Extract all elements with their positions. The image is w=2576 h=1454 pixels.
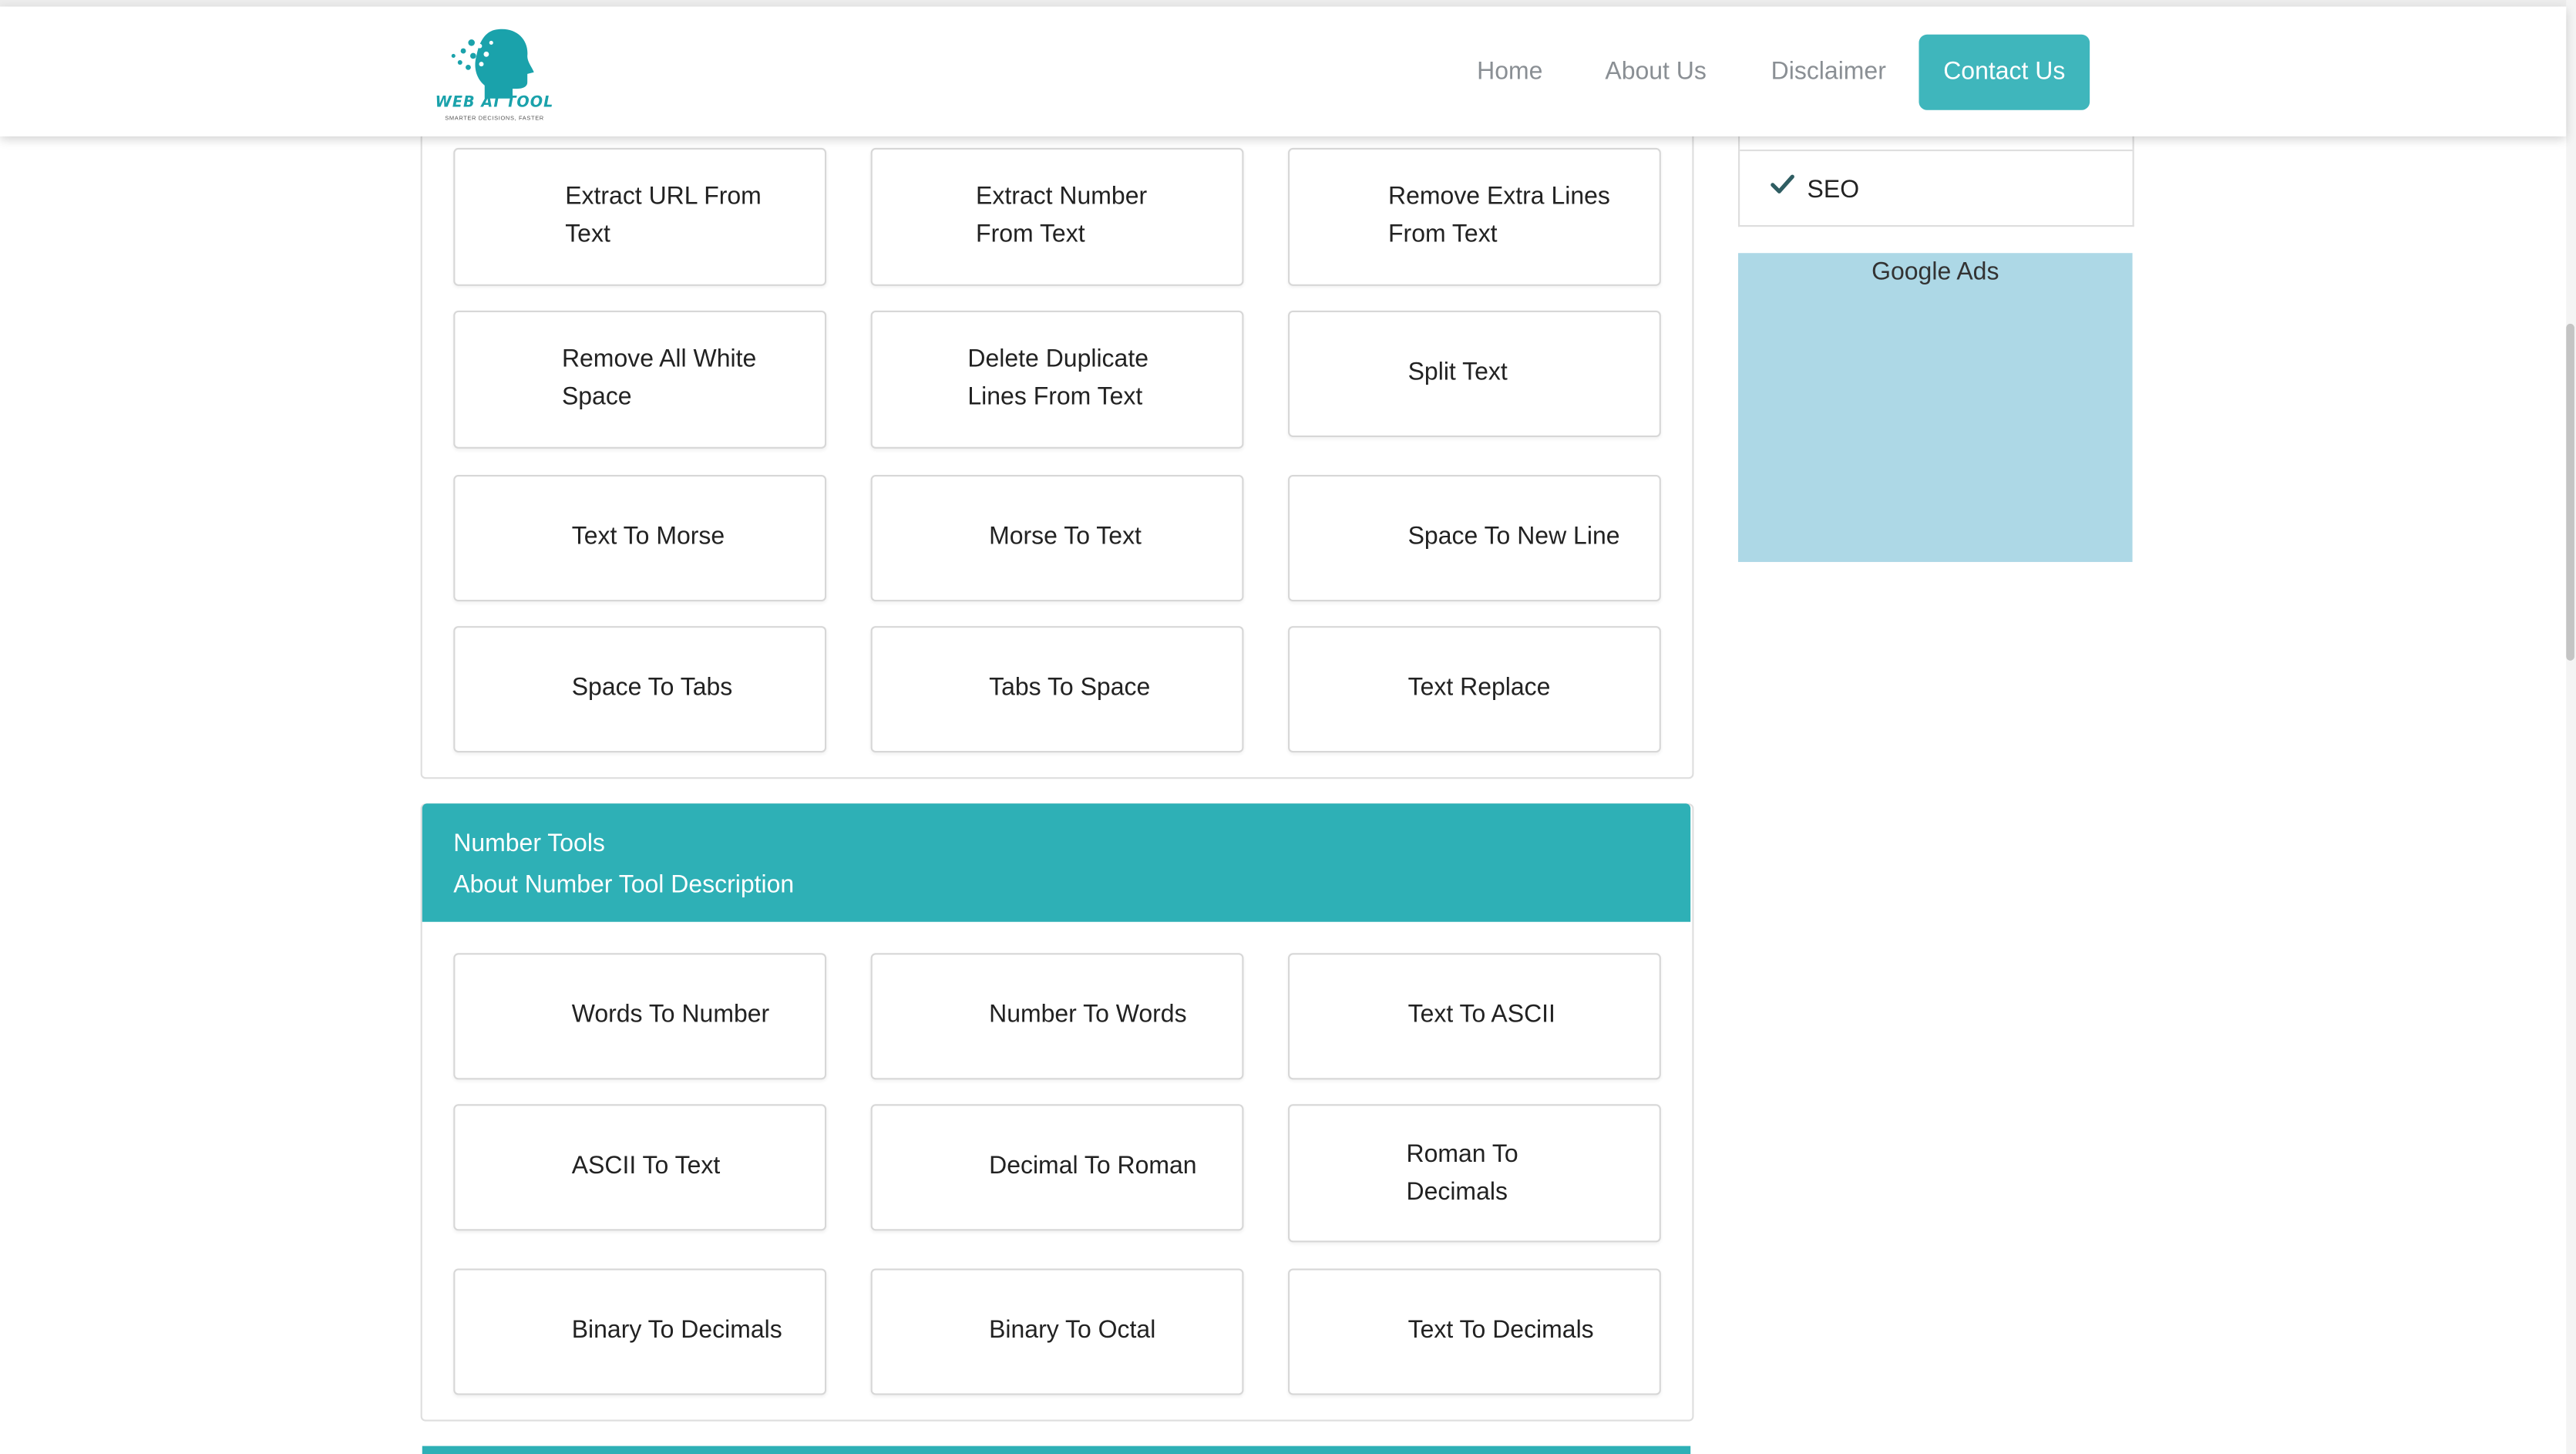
section-title: Number Tools xyxy=(453,830,605,858)
tool-label: Words To Number xyxy=(571,1001,770,1029)
tool-text-to-decimals[interactable]: Text To Decimals xyxy=(1288,1268,1661,1395)
divider xyxy=(1740,149,2133,152)
tool-label: Text To ASCII xyxy=(1407,1001,1555,1029)
tool-label: Roman To xyxy=(1406,1140,1518,1169)
tool-label: Lines From Text xyxy=(967,382,1143,411)
tool-ascii-to-text[interactable]: ASCII To Text xyxy=(453,1104,827,1231)
tool-label: Remove Extra Lines xyxy=(1388,182,1610,210)
section-description: About Number Tool Description xyxy=(453,870,795,899)
navbar: WEB AI TOOL SMARTER DECISIONS, FASTER Ho… xyxy=(0,6,2567,136)
ad-label: Google Ads xyxy=(1871,257,1999,286)
tool-label: Split Text xyxy=(1407,358,1508,386)
tool-label: Decimal To Roman xyxy=(989,1152,1197,1180)
tool-label: Number To Words xyxy=(989,1001,1187,1029)
tool-label: Decimals xyxy=(1406,1178,1508,1207)
tool-label: Binary To Octal xyxy=(989,1316,1156,1345)
logo-tagline: SMARTER DECISIONS, FASTER xyxy=(445,115,544,122)
scrollbar-thumb[interactable] xyxy=(2566,323,2574,661)
sidebar-item-seo[interactable]: SEO xyxy=(1808,176,1860,204)
tool-remove-extra-lines[interactable]: Remove Extra Lines From Text xyxy=(1288,147,1661,286)
tool-tabs-to-space[interactable]: Tabs To Space xyxy=(870,626,1244,753)
tool-label: Extract URL From xyxy=(565,182,762,210)
tool-extract-number-from-text[interactable]: Extract Number From Text xyxy=(870,147,1244,286)
google-ads-placeholder[interactable]: Google Ads xyxy=(1738,253,2133,562)
tool-label: Remove All White xyxy=(561,345,757,373)
tool-delete-duplicate-lines[interactable]: Delete Duplicate Lines From Text xyxy=(870,310,1244,449)
tool-label: Text To Morse xyxy=(571,522,725,551)
tool-space-to-tabs[interactable]: Space To Tabs xyxy=(453,626,827,753)
contact-us-button[interactable]: Contact Us xyxy=(1919,34,2090,110)
tool-roman-to-decimals[interactable]: Roman To Decimals xyxy=(1288,1104,1661,1243)
tool-label: Binary To Decimals xyxy=(571,1316,782,1345)
nav-disclaimer[interactable]: Disclaimer xyxy=(1771,58,1886,86)
tool-label: Space To New Line xyxy=(1407,522,1620,551)
tool-label: Text xyxy=(565,220,610,248)
next-section-header xyxy=(422,1446,1691,1454)
tool-extract-url-from-text[interactable]: Extract URL From Text xyxy=(453,147,827,286)
tool-remove-all-white-space[interactable]: Remove All White Space xyxy=(453,310,827,449)
tool-text-to-ascii[interactable]: Text To ASCII xyxy=(1288,953,1661,1080)
tool-label: From Text xyxy=(1388,220,1498,248)
tool-label: From Text xyxy=(976,220,1085,248)
logo-text: WEB AI TOOL xyxy=(435,95,554,112)
nav-about-us[interactable]: About Us xyxy=(1605,58,1707,86)
tool-space-to-new-line[interactable]: Space To New Line xyxy=(1288,474,1661,602)
tool-number-to-words[interactable]: Number To Words xyxy=(870,953,1244,1080)
tool-words-to-number[interactable]: Words To Number xyxy=(453,953,827,1080)
tool-label: Tabs To Space xyxy=(989,673,1151,702)
tool-text-to-morse[interactable]: Text To Morse xyxy=(453,474,827,602)
tool-label: Morse To Text xyxy=(989,522,1142,551)
tool-binary-to-octal[interactable]: Binary To Octal xyxy=(870,1268,1244,1395)
check-icon xyxy=(1771,174,1794,194)
browser-top-edge xyxy=(0,0,2576,7)
tool-label: Delete Duplicate xyxy=(967,345,1148,373)
tool-split-text[interactable]: Split Text xyxy=(1288,310,1661,437)
tool-binary-to-decimals[interactable]: Binary To Decimals xyxy=(453,1268,827,1395)
tool-label: Extract Number xyxy=(976,182,1148,210)
tool-label: Text Replace xyxy=(1407,673,1551,702)
scrollbar-track[interactable] xyxy=(2566,0,2576,1454)
tool-label: Space xyxy=(561,382,632,411)
tool-decimal-to-roman[interactable]: Decimal To Roman xyxy=(870,1104,1244,1231)
tool-label: Space To Tabs xyxy=(571,673,733,702)
tool-label: Text To Decimals xyxy=(1407,1316,1594,1345)
number-tools-header: Number Tools About Number Tool Descripti… xyxy=(422,803,1691,922)
nav-home[interactable]: Home xyxy=(1477,58,1542,86)
head-logo-icon xyxy=(451,29,534,99)
tool-label: ASCII To Text xyxy=(571,1152,721,1180)
site-logo[interactable]: WEB AI TOOL SMARTER DECISIONS, FASTER xyxy=(430,23,558,125)
tool-text-replace[interactable]: Text Replace xyxy=(1288,626,1661,753)
tool-morse-to-text[interactable]: Morse To Text xyxy=(870,474,1244,602)
